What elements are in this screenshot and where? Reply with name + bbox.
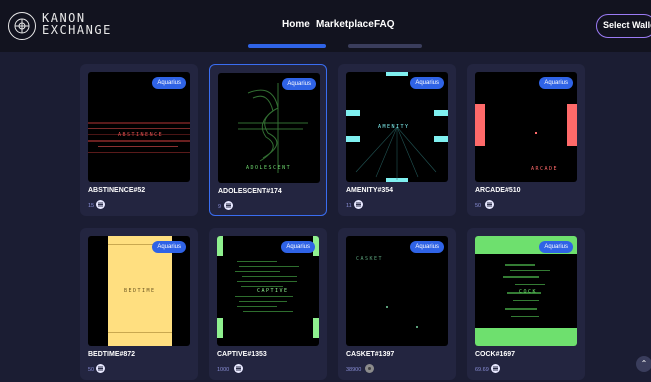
- nav-home[interactable]: Home: [282, 19, 310, 30]
- nft-card[interactable]: Aquarius CAPTIVE CAPTIVE#1353 1000: [209, 228, 327, 380]
- artwork-word: AMENITY: [378, 124, 410, 130]
- collection-badge: Aquarius: [539, 77, 573, 89]
- sol-icon: [96, 200, 105, 209]
- nft-title: ADOLESCENT#174: [218, 188, 282, 195]
- artwork-word: COCK: [519, 289, 538, 295]
- nft-artwork[interactable]: Aquarius BEDTIME: [88, 236, 190, 346]
- nft-price: 38900: [346, 367, 362, 373]
- nft-price: 1000: [217, 367, 230, 373]
- brand-name[interactable]: KANON EXCHANGE: [42, 12, 132, 36]
- nft-artwork[interactable]: Aquarius COCK: [475, 236, 577, 346]
- nft-price: 50: [475, 203, 482, 209]
- collection-badge: Aquarius: [152, 241, 186, 253]
- artwork-word: ARCADE: [531, 166, 559, 172]
- select-wallet-button[interactable]: Select Wallet: [596, 14, 651, 38]
- sol-icon: [354, 200, 363, 209]
- collection-badge: Aquarius: [281, 241, 315, 253]
- nft-card[interactable]: Aquarius ABSTINENCE ABSTINENCE#52 15: [80, 64, 198, 216]
- collection-badge: Aquarius: [539, 241, 573, 253]
- nft-price: 9: [218, 204, 222, 210]
- nft-artwork[interactable]: Aquarius ARCADE: [475, 72, 577, 182]
- nft-artwork[interactable]: Aquarius CAPTIVE: [217, 236, 319, 346]
- artwork-word: BEDTIME: [124, 288, 156, 294]
- tab-inactive-indicator[interactable]: [348, 44, 422, 48]
- nft-price: 50: [88, 367, 95, 373]
- sol-icon: [234, 364, 243, 373]
- sol-icon: [96, 364, 105, 373]
- nft-price: 11: [346, 203, 352, 209]
- sol-icon: [491, 364, 500, 373]
- scroll-to-top-button[interactable]: ⌃: [636, 356, 651, 372]
- nft-artwork[interactable]: Aquarius CASKET: [346, 236, 448, 346]
- kanon-logo-icon[interactable]: [8, 12, 36, 40]
- nft-artwork[interactable]: Aquarius ABSTINENCE: [88, 72, 190, 182]
- brand-line-2: EXCHANGE: [42, 23, 112, 37]
- nft-title: CAPTIVE#1353: [217, 351, 267, 358]
- nft-artwork[interactable]: Aquarius AMENITY: [346, 72, 448, 182]
- token-icon: [365, 364, 374, 373]
- nav-marketplace[interactable]: Marketplace: [316, 19, 374, 30]
- sol-icon: [485, 200, 494, 209]
- artwork-word: CAPTIVE: [257, 288, 289, 294]
- collection-badge: Aquarius: [410, 241, 444, 253]
- artwork-word: CASKET: [356, 256, 384, 262]
- nft-title: ABSTINENCE#52: [88, 187, 146, 194]
- artwork-word: ADOLESCENT: [246, 165, 292, 171]
- nft-price: 69.69: [475, 367, 489, 373]
- nft-title: AMENITY#354: [346, 187, 394, 194]
- nft-card[interactable]: Aquarius BEDTIME BEDTIME#872 50: [80, 228, 198, 380]
- nft-price: 15: [88, 203, 95, 209]
- nft-card[interactable]: Aquarius ARCADE ARCADE#510 50: [467, 64, 585, 216]
- chevron-up-icon: ⌃: [640, 359, 648, 368]
- nft-title: ARCADE#510: [475, 187, 521, 194]
- tab-active-indicator[interactable]: [248, 44, 326, 48]
- artwork-word: ABSTINENCE: [118, 132, 164, 138]
- nft-card[interactable]: Aquarius AMENITY AMENITY#354 11: [338, 64, 456, 216]
- nft-card[interactable]: Aquarius ADOLESCENT ADOLESCENT#174 9: [209, 64, 327, 216]
- collection-badge: Aquarius: [282, 78, 316, 90]
- collection-badge: Aquarius: [410, 77, 444, 89]
- nft-artwork[interactable]: Aquarius ADOLESCENT: [218, 73, 320, 183]
- nft-title: COCK#1697: [475, 351, 516, 358]
- nav-faq[interactable]: FAQ: [374, 19, 395, 30]
- nft-title: BEDTIME#872: [88, 351, 136, 358]
- sol-icon: [224, 201, 233, 210]
- nft-card[interactable]: Aquarius COCK COCK#1697 69.69: [467, 228, 585, 380]
- collection-badge: Aquarius: [152, 77, 186, 89]
- nft-title: CASKET#1397: [346, 351, 395, 358]
- nft-card[interactable]: Aquarius CASKET CASKET#1397 38900: [338, 228, 456, 380]
